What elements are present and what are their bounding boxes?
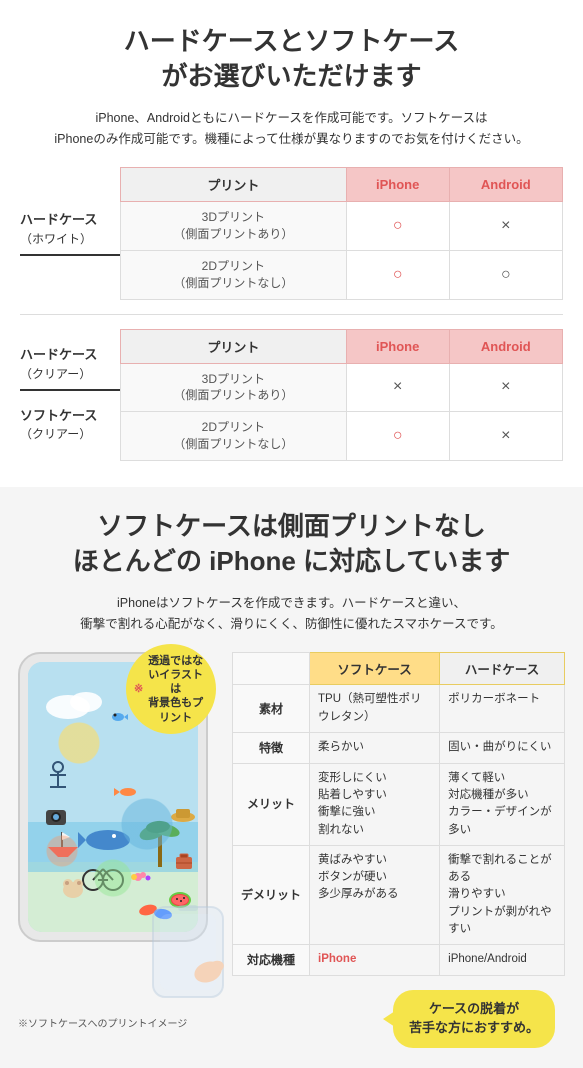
cmp-empty-header — [233, 653, 310, 685]
section2-soft-case: ソフトケースは側面プリントなしほとんどの iPhone に対応しています iPh… — [0, 487, 583, 1068]
table2-side-labels: ハードケース（クリアー） ソフトケース（クリアー） — [20, 329, 120, 461]
table1-row1-iphone: ○ — [346, 202, 449, 251]
table2-row2-android: × — [449, 412, 562, 461]
yellow-callout: ※透過ではないイラストは背景色もプリント — [126, 644, 216, 734]
table2-section: ハードケース（クリアー） ソフトケース（クリアー） プリント iPhone An… — [20, 329, 563, 461]
table-row: 素材 TPU（熱可塑性ポリウレタン） ポリカーボネート — [233, 685, 565, 733]
table1-row2-label: 2Dプリント（側面プリントなし） — [121, 251, 347, 300]
table1-row1-android: × — [449, 202, 562, 251]
table1-header-android: Android — [449, 168, 562, 202]
cmp-header-hard: ハードケース — [440, 653, 565, 685]
cmp-row-merit-label: メリット — [233, 763, 310, 845]
cmp-row-demerit-label: デメリット — [233, 845, 310, 944]
table1-section: ハードケース（ホワイト） プリント iPhone Android 3Dプリント（… — [20, 167, 563, 299]
cmp-row-feature-hard: 固い・曲がりにくい — [440, 732, 565, 763]
table-row: メリット 変形しにくい貼着しやすい衝撃に強い割れない 薄くて軽い対応機種が多いカ… — [233, 763, 565, 845]
table2-label1: ハードケース（クリアー） — [20, 342, 120, 390]
table1-row1-label: 3Dプリント（側面プリントあり） — [121, 202, 347, 251]
table-row: 2Dプリント（側面プリントなし） ○ × — [121, 412, 563, 461]
cmp-header-soft: ソフトケース — [310, 653, 440, 685]
content-area: ※透過ではないイラストは背景色もプリント — [18, 652, 565, 1047]
cmp-row-model-label: 対応機種 — [233, 945, 310, 976]
table-row: 3Dプリント（側面プリントあり） ○ × — [121, 202, 563, 251]
table1-row2-iphone: ○ — [346, 251, 449, 300]
table-row: 2Dプリント（側面プリントなし） ○ ○ — [121, 251, 563, 300]
cmp-row-feature-soft: 柔らかい — [310, 732, 440, 763]
footnote-soft: ※ソフトケースへのプリントイメージ — [18, 1015, 218, 1030]
section1-title: ハードケースとソフトケースがお選びいただけます — [20, 24, 563, 94]
cmp-row-demerit-soft: 黄ばみやすいボタンが硬い多少厚みがある — [310, 845, 440, 944]
section1-hard-soft: ハードケースとソフトケースがお選びいただけます iPhone、Androidとも… — [0, 0, 583, 487]
table-row: 3Dプリント（側面プリントあり） × × — [121, 363, 563, 412]
table-row: 特徴 柔らかい 固い・曲がりにくい — [233, 732, 565, 763]
phone-illustration-side: ※透過ではないイラストは背景色もプリント — [18, 652, 218, 1030]
table2-row1-label: 3Dプリント（側面プリントあり） — [121, 363, 347, 412]
table2-label2: ソフトケース（クリアー） — [20, 403, 120, 447]
cmp-row-material-hard: ポリカーボネート — [440, 685, 565, 733]
table-row: 対応機種 iPhone iPhone/Android — [233, 945, 565, 976]
table1-header-print: プリント — [121, 168, 347, 202]
table1-side-labels: ハードケース（ホワイト） — [20, 167, 120, 299]
table-row: デメリット 黄ばみやすいボタンが硬い多少厚みがある 衝撃で割れることがある滑りや… — [233, 845, 565, 944]
cmp-row-feature-label: 特徴 — [233, 732, 310, 763]
cmp-row-merit-hard: 薄くて軽い対応機種が多いカラー・デザインが多い — [440, 763, 565, 845]
table2-right: プリント iPhone Android 3Dプリント（側面プリントあり） × ×… — [120, 329, 563, 461]
cmp-row-merit-soft: 変形しにくい貼着しやすい衝撃に強い割れない — [310, 763, 440, 845]
table2-row1-iphone: × — [346, 363, 449, 412]
clear-case-hint — [148, 902, 228, 1002]
table2-header-print: プリント — [121, 329, 347, 363]
clear-case-svg — [148, 902, 228, 1002]
divider — [20, 314, 563, 315]
compare-table-section: ソフトケース ハードケース 素材 TPU（熱可塑性ポリウレタン） ポリカーボネー… — [232, 652, 565, 1047]
table2-header-iphone: iPhone — [346, 329, 449, 363]
table1-label: ハードケース（ホワイト） — [20, 207, 120, 255]
table2-row1-android: × — [449, 363, 562, 412]
cmp-row-model-hard: iPhone/Android — [440, 945, 565, 976]
table2: プリント iPhone Android 3Dプリント（側面プリントあり） × ×… — [120, 329, 563, 461]
table2-row2-label: 2Dプリント（側面プリントなし） — [121, 412, 347, 461]
compare-table: ソフトケース ハードケース 素材 TPU（熱可塑性ポリウレタン） ポリカーボネー… — [232, 652, 565, 976]
table1-right: プリント iPhone Android 3Dプリント（側面プリントあり） ○ ×… — [120, 167, 563, 299]
bubble-wrap: ケースの脱着が苦手な方におすすめ。 — [232, 990, 565, 1048]
bubble-callout: ケースの脱着が苦手な方におすすめ。 — [393, 990, 555, 1048]
section2-description: iPhoneはソフトケースを作成できます。ハードケースと違い、衝撃で割れる心配が… — [18, 593, 565, 634]
cmp-row-model-soft: iPhone — [310, 945, 440, 976]
cmp-row-material-soft: TPU（熱可塑性ポリウレタン） — [310, 685, 440, 733]
table1: プリント iPhone Android 3Dプリント（側面プリントあり） ○ ×… — [120, 167, 563, 299]
table2-header-android: Android — [449, 329, 562, 363]
table1-header-iphone: iPhone — [346, 168, 449, 202]
section2-title: ソフトケースは側面プリントなしほとんどの iPhone に対応しています — [18, 509, 565, 579]
table1-row2-android: ○ — [449, 251, 562, 300]
table2-row2-iphone: ○ — [346, 412, 449, 461]
section1-description: iPhone、Androidともにハードケースを作成可能です。ソフトケースはiP… — [20, 108, 563, 149]
cmp-row-demerit-hard: 衝撃で割れることがある滑りやすいプリントが剥がれやすい — [440, 845, 565, 944]
phone-container: ※透過ではないイラストは背景色もプリント — [18, 652, 208, 942]
cmp-row-material-label: 素材 — [233, 685, 310, 733]
